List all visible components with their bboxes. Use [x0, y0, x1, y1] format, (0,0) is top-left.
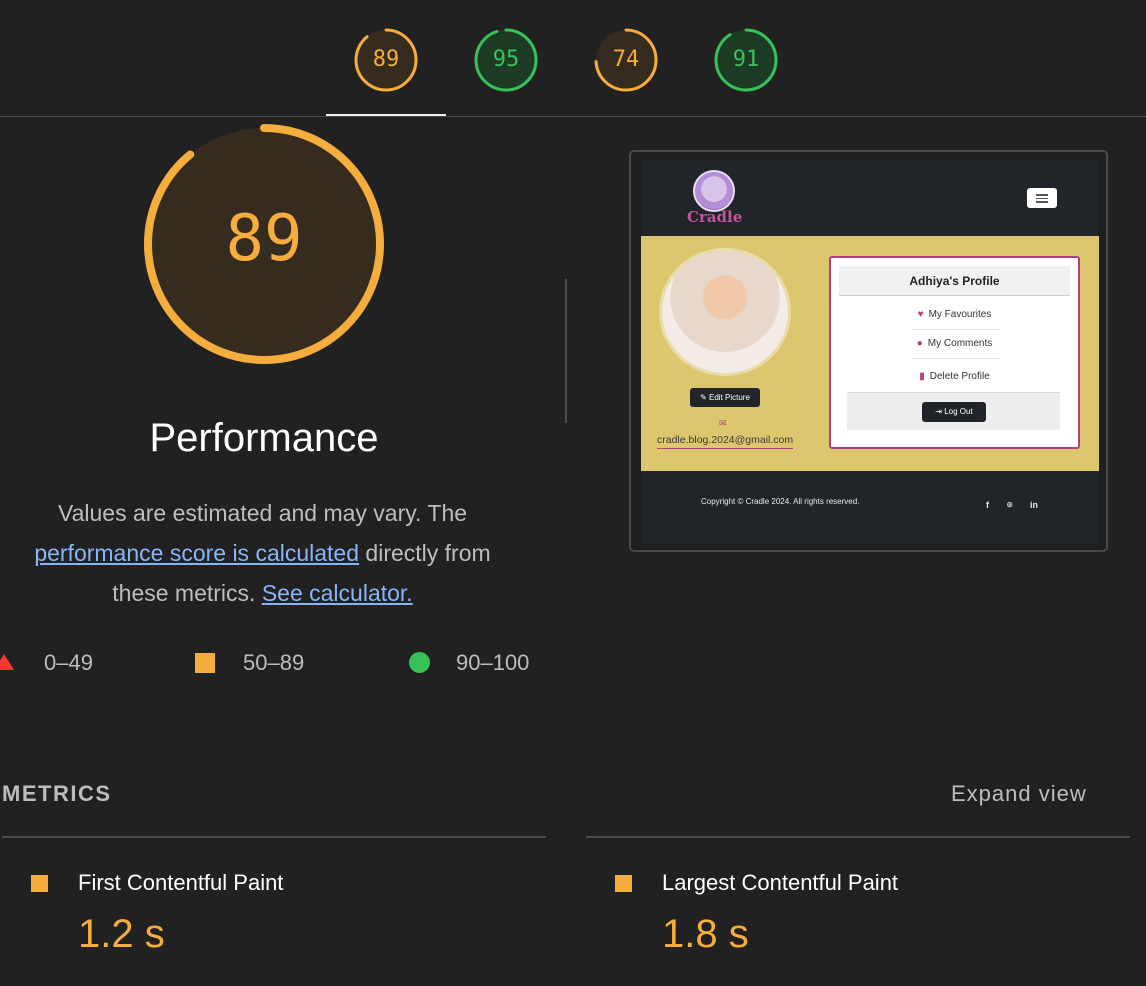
divider	[911, 329, 1001, 330]
legend-label: 50–89	[243, 650, 305, 675]
logout-icon: ⇥	[935, 407, 945, 416]
circle-icon	[409, 652, 430, 673]
footer-copyright: Copyright © Cradle 2024. All rights rese…	[701, 497, 860, 506]
log-out-label: Log Out	[944, 407, 973, 416]
legend-label: 90–100	[456, 650, 530, 675]
metric-name: Largest Contentful Paint	[662, 870, 899, 895]
comment-icon: ●	[916, 338, 923, 349]
edit-picture-label: Edit Picture	[709, 393, 750, 402]
profile-card: Adhiya's Profile ♥ My Favourites ● My Comm…	[829, 256, 1080, 449]
profile-section: ✎ Edit Picture ✉ cradle.blog.2024@gmail.…	[641, 236, 1099, 471]
tab-divider	[0, 116, 1146, 117]
description-text: Values are estimated and may vary. The	[57, 500, 468, 526]
score-value: 95	[492, 47, 520, 72]
score-value: 89	[372, 47, 400, 72]
facebook-icon[interactable]: f	[986, 500, 989, 510]
score-calculated-link[interactable]: performance score is calculated	[34, 540, 359, 566]
menu-item-label: Delete Profile	[929, 371, 990, 382]
score-tab-performance[interactable]: 89	[354, 28, 418, 92]
site-logo-text: Cradle	[687, 208, 743, 226]
performance-gauge: 89	[142, 124, 386, 368]
expand-view-toggle[interactable]: Expand view	[951, 781, 1087, 807]
legend-label: 0–49	[44, 650, 93, 675]
card-footer: ⇥ Log Out	[847, 392, 1060, 430]
score-tab-accessibility[interactable]: 95	[474, 28, 538, 92]
delete-profile-link[interactable]: ▮ Delete Profile	[831, 371, 1078, 382]
my-favourites-link[interactable]: ♥ My Favourites	[831, 309, 1078, 320]
score-description: Values are estimated and may vary. The p…	[10, 493, 515, 613]
hamburger-menu-icon[interactable]	[1027, 188, 1057, 208]
menu-item-label: My Favourites	[928, 309, 992, 320]
profile-title: Adhiya's Profile	[839, 266, 1070, 296]
menu-item-label: My Comments	[927, 338, 993, 349]
log-out-button[interactable]: ⇥ Log Out	[922, 402, 986, 422]
final-screenshot[interactable]: Cradle ✎ Edit Picture ✉ cradle.blog.2024…	[629, 150, 1108, 552]
category-title: Performance	[149, 416, 379, 460]
heart-icon: ♥	[917, 309, 924, 320]
metrics-divider	[2, 836, 546, 838]
edit-icon: ✎	[700, 393, 710, 402]
github-icon[interactable]: ⌾	[1007, 500, 1012, 511]
triangle-icon	[0, 654, 14, 670]
vertical-divider	[565, 279, 567, 423]
profile-avatar	[659, 248, 791, 376]
metric-value: 1.2 s	[78, 912, 165, 956]
divider	[911, 358, 1001, 359]
score-tab-seo[interactable]: 91	[714, 28, 778, 92]
metrics-divider	[586, 836, 1130, 838]
linkedin-icon[interactable]: in	[1030, 500, 1038, 510]
metric-value: 1.8 s	[662, 912, 749, 956]
screenshot-page: Cradle ✎ Edit Picture ✉ cradle.blog.2024…	[641, 160, 1099, 544]
square-icon	[615, 875, 632, 892]
score-tab-best-practices[interactable]: 74	[594, 28, 658, 92]
trash-icon: ▮	[919, 371, 925, 382]
square-icon	[31, 875, 48, 892]
edit-picture-button[interactable]: ✎ Edit Picture	[690, 388, 760, 407]
see-calculator-link[interactable]: See calculator.	[262, 580, 413, 606]
score-value: 74	[612, 47, 640, 72]
square-icon	[195, 653, 215, 673]
profile-email[interactable]: cradle.blog.2024@gmail.com	[657, 434, 794, 449]
envelope-icon: ✉	[719, 418, 727, 428]
site-logo	[693, 170, 735, 212]
score-value: 91	[732, 47, 760, 72]
metric-name: First Contentful Paint	[78, 870, 284, 895]
performance-score: 89	[225, 202, 303, 276]
metrics-heading: METRICS	[2, 781, 112, 806]
my-comments-link[interactable]: ● My Comments	[831, 338, 1078, 349]
